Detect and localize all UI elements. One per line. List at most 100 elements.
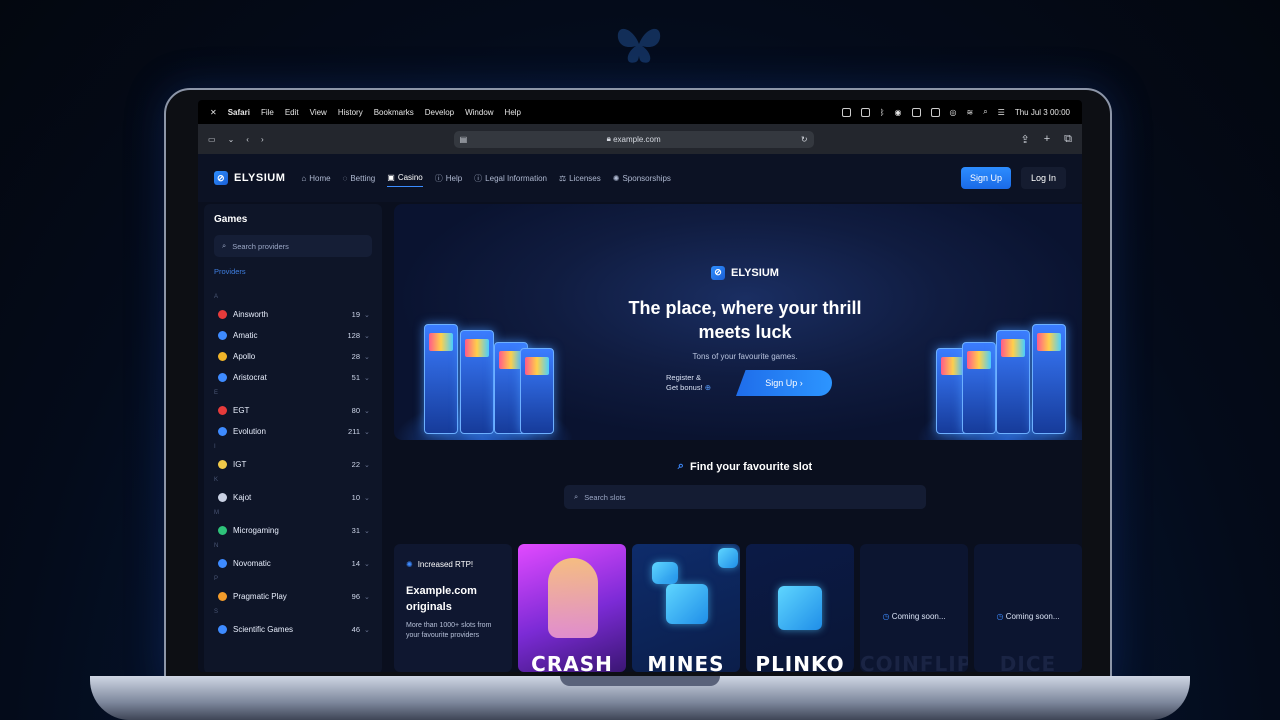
provider-name: Pragmatic Play xyxy=(233,592,287,601)
provider-group-letter: P xyxy=(214,576,219,582)
keyboard-input-icon[interactable] xyxy=(911,107,921,117)
chevron-down-icon[interactable]: ⌄ xyxy=(364,311,372,319)
spotlight-search-icon[interactable]: ⌕ xyxy=(983,107,987,117)
chevron-down-icon[interactable]: ⌄ xyxy=(364,332,372,340)
provider-item[interactable]: IGT 22 ⌄ xyxy=(214,454,372,475)
chevron-down-icon[interactable]: ⌄ xyxy=(364,560,372,568)
slot-search-input[interactable]: ⌕ Search slots xyxy=(564,485,926,509)
game-card-plinko[interactable]: PLINKO xyxy=(746,544,854,672)
home-icon: ⌂ xyxy=(301,173,307,183)
game-card-crash[interactable]: CRASH xyxy=(518,544,626,672)
site-logo[interactable]: ⊘ ELYSIUM xyxy=(214,171,285,185)
nav-home[interactable]: ⌂ Home xyxy=(301,170,330,187)
info-icon: ⓘ xyxy=(474,173,483,183)
user-icon[interactable]: ◎ xyxy=(950,108,957,117)
nav-sponsorships[interactable]: ✺ Sponsorships xyxy=(613,170,671,187)
originals-card[interactable]: ✺ Increased RTP! Example.com originals M… xyxy=(394,544,512,672)
nav-licenses[interactable]: ⚖ Licenses xyxy=(559,170,601,187)
provider-item[interactable]: Novomatic 14 ⌄ xyxy=(214,553,372,574)
menubar-datetime[interactable]: Thu Jul 3 00:00 xyxy=(1015,108,1070,117)
game-name: DICE xyxy=(999,652,1057,672)
menu-develop[interactable]: Develop xyxy=(425,108,454,117)
chevron-down-icon[interactable]: ⌄ xyxy=(228,135,235,144)
login-button[interactable]: Log In xyxy=(1020,167,1066,189)
lock-icon: 🔒︎ xyxy=(606,134,611,143)
coming-soon-label: ◷ Coming soon... xyxy=(860,612,968,621)
signup-button[interactable]: Sign Up xyxy=(960,167,1011,189)
nav-casino[interactable]: ▣ Casino xyxy=(387,170,423,187)
provider-item[interactable]: Evolution 211 ⌄ xyxy=(214,421,372,442)
chevron-down-icon[interactable]: ⌄ xyxy=(364,593,372,601)
coming-soon-text: Coming soon... xyxy=(891,612,946,621)
reload-icon[interactable]: ↻ xyxy=(801,135,808,144)
apple-icon[interactable]: ✕ xyxy=(210,108,217,117)
menu-file[interactable]: File xyxy=(261,108,274,117)
tabs-overview-icon[interactable]: ⧉ xyxy=(1064,133,1072,146)
provider-name: Apollo xyxy=(233,352,256,361)
chevron-down-icon[interactable]: ⌄ xyxy=(364,353,372,361)
chevron-down-icon[interactable]: ⌄ xyxy=(364,407,372,415)
coming-soon-text: Coming soon... xyxy=(1005,612,1060,621)
menu-history[interactable]: History xyxy=(338,108,363,117)
nav-home-label: Home xyxy=(309,173,331,183)
camera-notch xyxy=(603,100,693,118)
hero-brand: ELYSIUM xyxy=(731,266,779,279)
wifi-icon[interactable]: ≋ xyxy=(966,108,973,117)
provider-item[interactable]: Kajot 10 ⌄ xyxy=(214,487,372,508)
game-card-mines[interactable]: MINES xyxy=(632,544,740,672)
chevron-down-icon[interactable]: ⌄ xyxy=(364,626,372,634)
provider-item[interactable]: Aristocrat 51 ⌄ xyxy=(214,367,372,388)
provider-item[interactable]: Apollo 28 ⌄ xyxy=(214,346,372,367)
hero-signup-button[interactable]: Sign Up › xyxy=(736,370,832,396)
menu-bookmarks[interactable]: Bookmarks xyxy=(374,108,414,117)
forward-icon[interactable]: › xyxy=(261,135,264,144)
status-icon-1[interactable] xyxy=(841,107,851,117)
game-card-dice[interactable]: ◷ Coming soon... DICE xyxy=(974,544,1082,672)
provider-item[interactable]: Pragmatic Play 96 ⌄ xyxy=(214,586,372,607)
provider-count: 19 xyxy=(351,310,360,319)
provider-item[interactable]: Ainsworth 19 ⌄ xyxy=(214,304,372,325)
menu-help[interactable]: Help xyxy=(505,108,521,117)
diamond-icon xyxy=(666,584,708,624)
chevron-down-icon[interactable]: ⌄ xyxy=(364,374,372,382)
safari-toolbar: ▭ ⌄ ‹ › ▤ 🔒︎ example.com ↻ ⇪ + ⧉ xyxy=(198,124,1082,154)
menu-view[interactable]: View xyxy=(310,108,327,117)
chevron-down-icon[interactable]: ⌄ xyxy=(364,527,372,535)
site-header: ⊘ ELYSIUM ⌂ Home ◌ Betting ▣ Casino ⓘ Help ⓘ… xyxy=(198,154,1082,202)
provider-name: IGT xyxy=(233,460,247,469)
provider-logo-icon xyxy=(218,331,227,340)
game-name: CRASH xyxy=(531,652,613,672)
sponsor-icon: ✺ xyxy=(612,173,620,183)
chevron-down-icon[interactable]: ⌄ xyxy=(364,428,372,436)
provider-item[interactable]: Amatic 128 ⌄ xyxy=(214,325,372,346)
menu-app-name[interactable]: Safari xyxy=(228,108,250,117)
menu-edit[interactable]: Edit xyxy=(285,108,299,117)
originals-title: Example.com originals xyxy=(406,585,477,613)
nav-betting[interactable]: ◌ Betting xyxy=(343,170,376,187)
new-tab-icon[interactable]: + xyxy=(1044,133,1050,146)
menu-window[interactable]: Window xyxy=(465,108,493,117)
register-line: Register & xyxy=(666,373,702,382)
battery-icon[interactable] xyxy=(930,107,940,117)
status-icon-2[interactable] xyxy=(860,107,870,117)
bluetooth-icon[interactable]: ᛒ xyxy=(880,108,885,117)
provider-item[interactable]: Microgaming 31 ⌄ xyxy=(214,520,372,541)
record-icon[interactable]: ◉ xyxy=(895,108,902,117)
share-icon[interactable]: ⇪ xyxy=(1020,133,1029,146)
back-icon[interactable]: ‹ xyxy=(246,135,249,144)
nav-legal[interactable]: ⓘ Legal Information xyxy=(474,170,547,187)
sidebar-toggle-icon[interactable]: ▭ xyxy=(208,135,216,144)
provider-search-input[interactable]: ⌕ Search providers xyxy=(214,235,372,257)
nav-help-label: Help xyxy=(445,173,463,183)
provider-item[interactable]: Scientific Games 46 ⌄ xyxy=(214,619,372,640)
control-center-icon[interactable]: ☰ xyxy=(998,108,1005,117)
provider-group-letter: N xyxy=(214,543,219,549)
provider-item[interactable]: EGT 80 ⌄ xyxy=(214,400,372,421)
brand-name: ELYSIUM xyxy=(234,172,286,184)
address-bar[interactable]: ▤ 🔒︎ example.com ↻ xyxy=(453,130,814,148)
chevron-down-icon[interactable]: ⌄ xyxy=(364,494,372,502)
chevron-down-icon[interactable]: ⌄ xyxy=(364,461,372,469)
game-card-coinflip[interactable]: ◷ Coming soon... COINFLIP xyxy=(860,544,968,672)
nav-help[interactable]: ⓘ Help xyxy=(435,170,462,187)
page-settings-icon[interactable]: ▤ xyxy=(460,135,468,144)
